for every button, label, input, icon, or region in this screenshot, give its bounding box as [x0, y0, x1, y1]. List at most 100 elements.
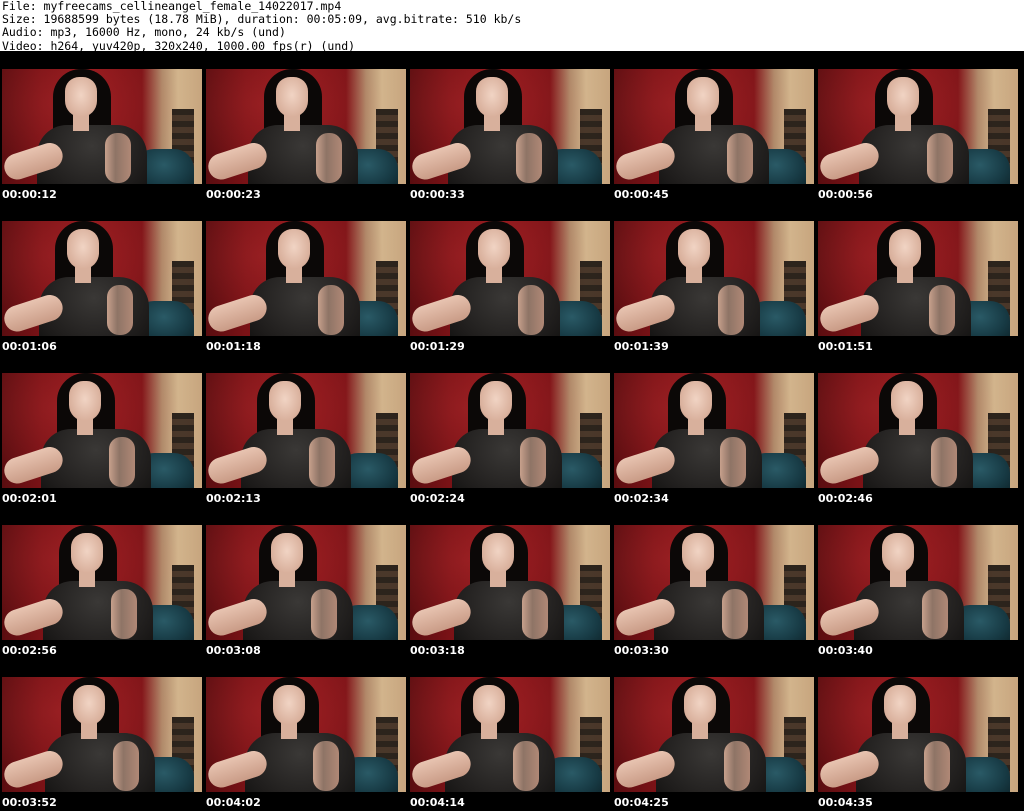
person-arm-right [313, 741, 339, 791]
thumbnail-timestamp: 00:04:25 [614, 796, 669, 809]
thumbnail-cell[interactable]: 00:01:29 [408, 203, 611, 355]
thumbnail-image [206, 221, 406, 336]
person-arm-right [520, 437, 546, 487]
thumbnail-image [2, 373, 202, 488]
thumbnail-timestamp: 00:00:33 [410, 188, 465, 201]
thumbnail-cell[interactable]: 00:00:56 [816, 51, 1019, 203]
thumbnail-cell[interactable]: 00:02:46 [816, 355, 1019, 507]
thumbnail-cell[interactable]: 00:02:56 [0, 507, 203, 659]
person-arm-right [316, 133, 342, 183]
thumbnail-cell[interactable]: 00:02:34 [612, 355, 815, 507]
person-face [891, 381, 923, 421]
thumbnail-timestamp: 00:00:56 [818, 188, 873, 201]
thumbnail-timestamp: 00:01:18 [206, 340, 261, 353]
thumbnail-cell[interactable]: 00:00:23 [204, 51, 407, 203]
thumbnail-timestamp: 00:02:01 [2, 492, 57, 505]
person-face [684, 685, 716, 725]
thumbnail-timestamp: 00:02:34 [614, 492, 669, 505]
thumbnail-timestamp: 00:03:52 [2, 796, 57, 809]
thumbnail-cell[interactable]: 00:01:18 [204, 203, 407, 355]
thumbnail-image [614, 677, 814, 792]
person-arm-right [718, 285, 744, 335]
person-arm-right [516, 133, 542, 183]
thumbnail-image [2, 69, 202, 184]
thumbnail-cell[interactable]: 00:00:33 [408, 51, 611, 203]
thumbnail-cell[interactable]: 00:01:06 [0, 203, 203, 355]
thumbnail-timestamp: 00:02:46 [818, 492, 873, 505]
thumbnail-image [614, 373, 814, 488]
person-arm-right [929, 285, 955, 335]
person-arm-right [727, 133, 753, 183]
thumbnail-timestamp: 00:03:18 [410, 644, 465, 657]
person-face [889, 229, 921, 269]
thumbnail-timestamp: 00:02:24 [410, 492, 465, 505]
person-arm-right [109, 437, 135, 487]
thumbnail-image [410, 69, 610, 184]
thumbnail-cell[interactable]: 00:00:45 [612, 51, 815, 203]
person-face [687, 77, 719, 117]
thumbnail-cell[interactable]: 00:03:40 [816, 507, 1019, 659]
thumbnail-timestamp: 00:03:40 [818, 644, 873, 657]
thumbnail-cell[interactable]: 00:01:39 [612, 203, 815, 355]
thumbnail-cell[interactable]: 00:03:08 [204, 507, 407, 659]
thumbnail-cell[interactable]: 00:04:02 [204, 659, 407, 811]
thumbnail-cell[interactable]: 00:00:12 [0, 51, 203, 203]
person-face [273, 685, 305, 725]
thumbnail-timestamp: 00:01:51 [818, 340, 873, 353]
thumbnail-image [410, 525, 610, 640]
thumbnail-cell[interactable]: 00:02:13 [204, 355, 407, 507]
thumbnail-image [614, 221, 814, 336]
person-arm-right [107, 285, 133, 335]
thumbnail-image [818, 221, 1018, 336]
thumbnail-image [818, 525, 1018, 640]
person-arm-right [309, 437, 335, 487]
person-arm-right [927, 133, 953, 183]
thumbnail-timestamp: 00:00:12 [2, 188, 57, 201]
thumbnail-image [614, 525, 814, 640]
person-arm-right [513, 741, 539, 791]
thumbnail-cell[interactable]: 00:02:01 [0, 355, 203, 507]
person-face [269, 381, 301, 421]
person-arm-right [311, 589, 337, 639]
thumbnail-image [2, 221, 202, 336]
person-face [887, 77, 919, 117]
file-info-header: File: myfreecams_cellineangel_female_140… [2, 0, 521, 53]
thumbnail-timestamp: 00:03:30 [614, 644, 669, 657]
thumbnail-cell[interactable]: 00:04:35 [816, 659, 1019, 811]
thumbnail-grid: 00:00:12 00:00:23 00:00:33 00:00:45 00:00:56… [0, 51, 1024, 811]
thumbnail-image [410, 373, 610, 488]
thumbnail-cell[interactable]: 00:01:51 [816, 203, 1019, 355]
thumbnail-image [410, 677, 610, 792]
person-face [71, 533, 103, 573]
thumbnail-cell[interactable]: 00:04:25 [612, 659, 815, 811]
person-arm-right [924, 741, 950, 791]
person-arm-right [724, 741, 750, 791]
thumbnail-cell[interactable]: 00:03:18 [408, 507, 611, 659]
thumbnail-timestamp: 00:01:06 [2, 340, 57, 353]
thumbnail-timestamp: 00:01:39 [614, 340, 669, 353]
thumbnail-image [206, 525, 406, 640]
thumbnail-image [206, 69, 406, 184]
thumbnail-timestamp: 00:00:23 [206, 188, 261, 201]
person-arm-right [722, 589, 748, 639]
person-face [473, 685, 505, 725]
thumbnail-cell[interactable]: 00:02:24 [408, 355, 611, 507]
person-face [271, 533, 303, 573]
thumbnail-cell[interactable]: 00:03:52 [0, 659, 203, 811]
thumbnail-timestamp: 00:02:56 [2, 644, 57, 657]
thumbnail-cell[interactable]: 00:04:14 [408, 659, 611, 811]
person-face [682, 533, 714, 573]
person-face [278, 229, 310, 269]
thumbnail-timestamp: 00:04:35 [818, 796, 873, 809]
person-arm-right [318, 285, 344, 335]
thumbnail-cell[interactable]: 00:03:30 [612, 507, 815, 659]
person-face [69, 381, 101, 421]
person-arm-right [105, 133, 131, 183]
person-arm-right [720, 437, 746, 487]
person-arm-right [922, 589, 948, 639]
thumbnail-image [206, 373, 406, 488]
thumbnail-image [818, 69, 1018, 184]
person-arm-right [111, 589, 137, 639]
audio-info-line: Audio: mp3, 16000 Hz, mono, 24 kb/s (und… [2, 25, 286, 40]
person-arm-right [522, 589, 548, 639]
